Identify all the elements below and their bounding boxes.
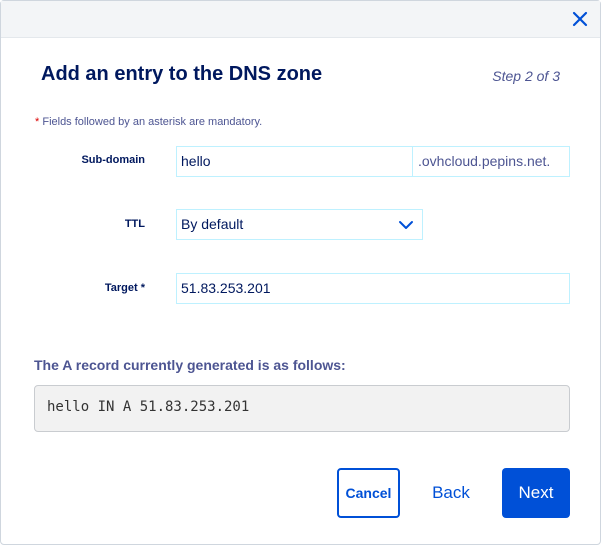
ttl-selected-value: By default [181,216,244,232]
close-button[interactable] [570,9,590,29]
chevron-down-icon [399,221,413,229]
subdomain-input[interactable]: hello [176,146,413,177]
subdomain-suffix: .ovhcloud.pepins.net. [412,146,570,177]
target-label-text: Target [104,282,138,294]
subdomain-label: Sub-domain [81,154,145,166]
mandatory-note-text: Fields followed by an asterisk are manda… [42,116,263,128]
dialog-title: Add an entry to the DNS zone [41,63,323,85]
target-required-mark: * [140,282,145,294]
record-heading: The A record currently generated is as f… [34,357,346,373]
target-label: Target * [25,282,145,294]
cancel-button[interactable]: Cancel [337,468,400,518]
step-indicator: Step 2 of 3 [492,68,560,84]
dialog-header-bar [1,1,600,38]
close-icon [572,11,588,27]
ttl-label: TTL [124,218,145,230]
record-preview: hello IN A 51.83.253.201 [34,385,570,432]
mandatory-note: * Fields followed by an asterisk are man… [35,116,262,128]
target-input[interactable]: 51.83.253.201 [176,273,570,304]
next-button[interactable]: Next [502,468,570,518]
mandatory-star: * [35,116,40,128]
back-button[interactable]: Back [419,468,483,518]
dns-entry-dialog: Add an entry to the DNS zone Step 2 of 3… [0,0,601,545]
ttl-select[interactable]: By default [176,209,423,240]
